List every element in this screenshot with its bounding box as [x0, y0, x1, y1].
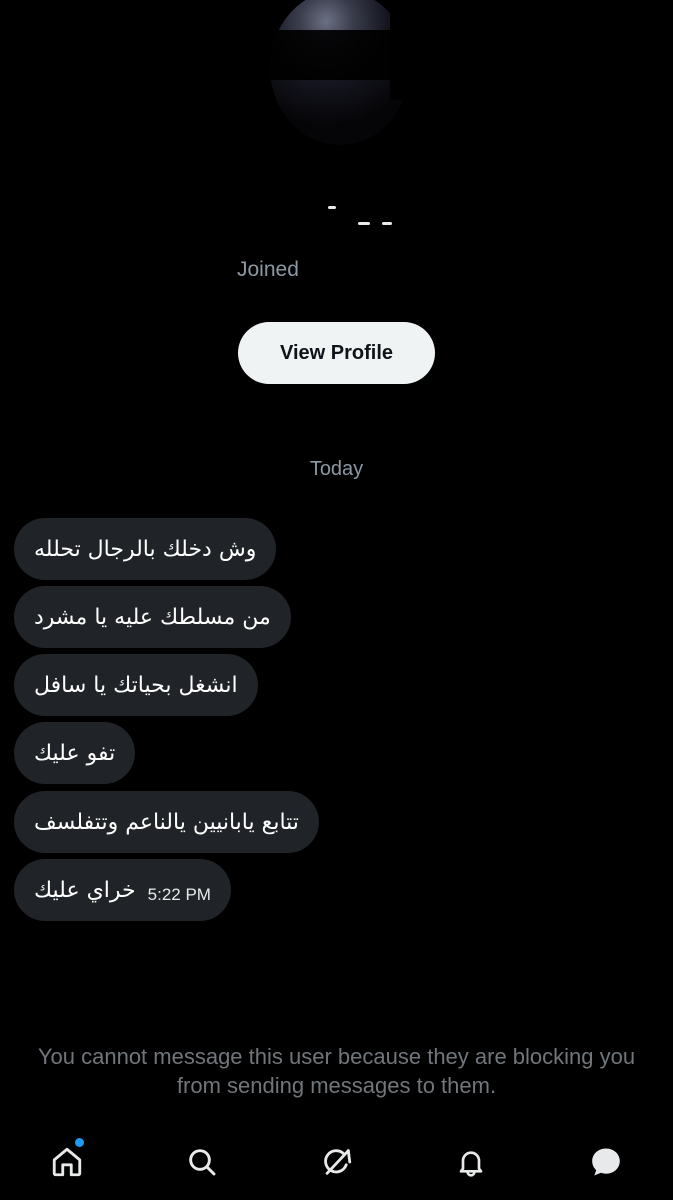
- tab-notifications[interactable]: [451, 1142, 491, 1182]
- message-text: انشغل بحياتك يا سافل: [34, 672, 238, 698]
- home-icon: [52, 1147, 82, 1177]
- message-bubble[interactable]: تفو عليك: [14, 722, 136, 784]
- message-bubble[interactable]: وش دخلك بالرجال تحلله: [14, 518, 277, 580]
- blocked-notice: You cannot message this user because the…: [37, 1044, 636, 1098]
- home-notification-dot: [75, 1138, 84, 1147]
- tab-search[interactable]: [182, 1142, 222, 1182]
- message-text: وش دخلك بالرجال تحلله: [34, 536, 257, 562]
- messages-icon: [592, 1148, 620, 1176]
- profile-name-obscured: [320, 198, 400, 228]
- tab-messages[interactable]: [586, 1142, 626, 1182]
- bottom-tab-bar: [0, 1128, 673, 1200]
- bell-icon: [459, 1151, 483, 1177]
- tab-grok[interactable]: [317, 1142, 357, 1182]
- profile-joined-date: Joined: [237, 258, 299, 280]
- message-bubble[interactable]: تتابع يابانيين يالناعم وتتفلسف: [14, 791, 319, 853]
- message-text: تفو عليك: [34, 740, 116, 766]
- message-bubble[interactable]: خراي عليك 5:22 PM: [14, 859, 231, 921]
- date-separator: Today: [309, 458, 364, 480]
- tab-home[interactable]: [47, 1142, 87, 1182]
- message-bubble[interactable]: انشغل بحياتك يا سافل: [14, 654, 258, 716]
- grok-icon: [324, 1149, 352, 1175]
- search-icon: [189, 1149, 216, 1176]
- message-timestamp: 5:22 PM: [147, 885, 211, 904]
- message-text: خراي عليك: [34, 877, 136, 903]
- message-text: تتابع يابانيين يالناعم وتتفلسف: [34, 809, 299, 835]
- message-bubble[interactable]: من مسلطك عليه يا مشرد: [14, 586, 291, 648]
- message-text: من مسلطك عليه يا مشرد: [34, 604, 271, 630]
- view-profile-button[interactable]: View Profile: [238, 322, 435, 384]
- profile-avatar[interactable]: [270, 0, 410, 145]
